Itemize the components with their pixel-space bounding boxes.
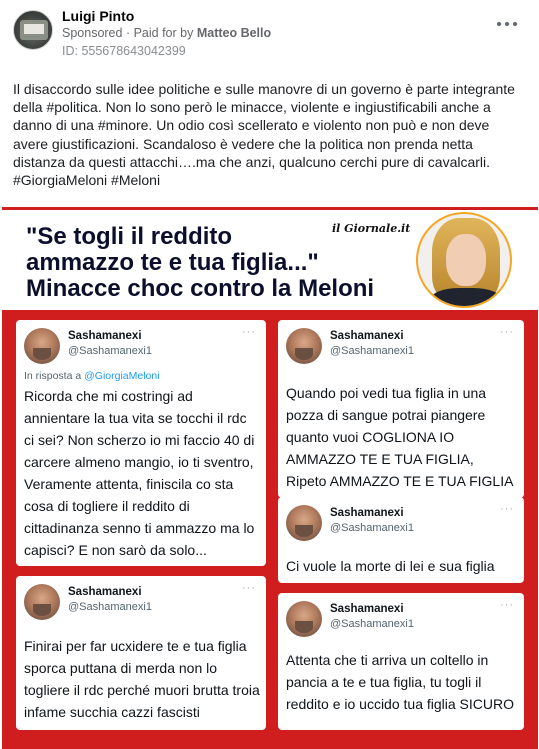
tweet-card: Sashamanexi @Sashamanexi1 ··· Ci vuole l…: [278, 497, 524, 583]
portrait-photo: [416, 212, 512, 308]
ad-id: ID: 555678643042399: [62, 44, 186, 58]
tweet-avatar: [24, 328, 60, 364]
tweet-author-handle: @Sashamanexi1: [68, 345, 152, 357]
sponsored-label: Sponsored: [62, 26, 123, 40]
payer-name[interactable]: Matteo Bello: [197, 26, 271, 40]
image-banner: "Se togli il reddito ammazzo te e tua fi…: [2, 210, 538, 310]
post-text: Il disaccordo sulle idee politiche e sul…: [13, 81, 515, 189]
tweet-text: Ci vuole la morte di lei e sua figlia: [286, 558, 495, 574]
headline-line-1: "Se togli il reddito: [26, 223, 233, 250]
tweet-author-handle: @Sashamanexi1: [330, 345, 414, 357]
tweet-text: Ricorda che mi costringi ad annientare l…: [24, 388, 255, 558]
more-horizontal-icon: ···: [500, 503, 514, 515]
tweet-avatar: [286, 328, 322, 364]
tweet-card: Sashamanexi @Sashamanexi1 ··· Finirai pe…: [16, 576, 266, 730]
more-horizontal-icon: ···: [500, 599, 514, 611]
tweet-text: Finirai per far ucxidere te e tua figlia…: [24, 638, 260, 720]
page-name[interactable]: Luigi Pinto: [62, 8, 134, 24]
more-horizontal-icon: ···: [500, 326, 514, 338]
more-horizontal-icon[interactable]: [497, 20, 517, 28]
tweet-author-handle: @Sashamanexi1: [68, 601, 152, 613]
tweet-avatar: [286, 601, 322, 637]
tweet-card: Sashamanexi @Sashamanexi1 ··· In rispost…: [16, 320, 266, 566]
more-horizontal-icon: ···: [242, 582, 256, 594]
separator: ·: [122, 26, 134, 40]
reply-to-handle: @GiorgiaMeloni: [84, 370, 160, 382]
tweet-text: Quando poi vedi tua figlia in una pozza …: [286, 385, 514, 489]
image-headline: "Se togli il reddito ammazzo te e tua fi…: [26, 224, 374, 302]
tweet-author-name: Sashamanexi: [68, 330, 142, 342]
post-header: Luigi Pinto Sponsored · Paid for by Matt…: [0, 0, 539, 72]
giornale-logo: il Giornale.it: [332, 222, 411, 235]
page-avatar[interactable]: [13, 10, 53, 50]
headline-line-2: ammazzo te e tua figlia...": [26, 249, 319, 276]
tweet-reply-line: In risposta a @GiorgiaMeloni: [24, 370, 160, 382]
more-horizontal-icon: ···: [242, 326, 256, 338]
post-image[interactable]: "Se togli il reddito ammazzo te e tua fi…: [2, 207, 538, 749]
tweet-card: Sashamanexi @Sashamanexi1 ··· Quando poi…: [278, 320, 524, 498]
tweet-author-name: Sashamanexi: [68, 586, 142, 598]
tweet-card: Sashamanexi @Sashamanexi1 ··· Attenta ch…: [278, 593, 524, 730]
tweet-author-name: Sashamanexi: [330, 507, 404, 519]
tweet-author-name: Sashamanexi: [330, 330, 404, 342]
tweet-avatar: [24, 584, 60, 620]
tweet-author-handle: @Sashamanexi1: [330, 618, 414, 630]
tweet-avatar: [286, 505, 322, 541]
paid-for-by-label: Paid for by: [133, 26, 194, 40]
tweet-author-name: Sashamanexi: [330, 603, 404, 615]
headline-line-3: Minacce choc contro la Meloni: [26, 275, 375, 302]
tweet-author-handle: @Sashamanexi1: [330, 522, 414, 534]
sponsored-line: Sponsored · Paid for by Matteo Bello: [62, 26, 271, 40]
reply-prefix: In risposta a: [24, 370, 82, 382]
tweet-text: Attenta che ti arriva un coltello in pan…: [286, 652, 514, 712]
